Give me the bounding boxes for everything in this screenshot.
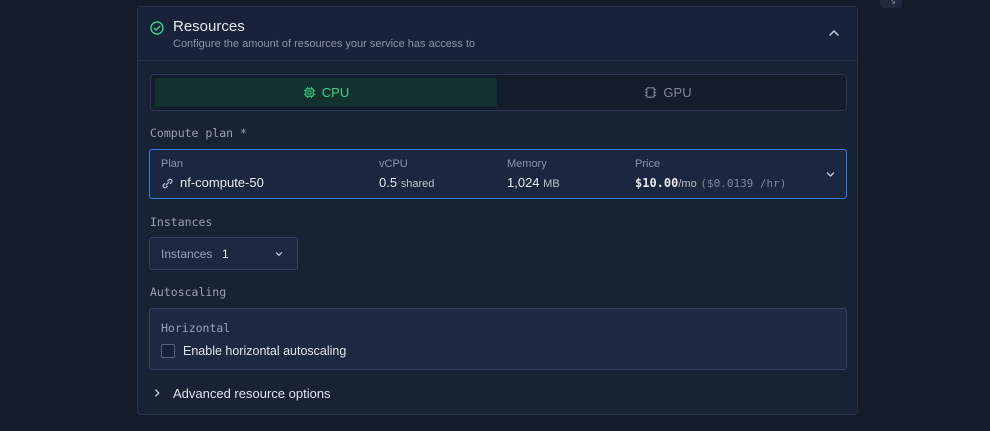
resources-panel: Resources Configure the amount of resour… <box>137 6 858 415</box>
vcpu-value-group: 0.5 shared <box>379 175 434 190</box>
vcpu-unit: shared <box>400 178 435 190</box>
chevron-up-icon[interactable] <box>827 26 841 40</box>
horizontal-title: Horizontal <box>161 321 231 335</box>
collapse-arrows-icon[interactable]: ⤡ <box>880 0 902 8</box>
instances-select-label: Instances <box>161 247 213 261</box>
instances-select[interactable]: Instances 1 <box>149 237 298 270</box>
price-hourly: ($0.0139 /hr) <box>700 177 787 190</box>
section-title: Resources <box>173 18 245 35</box>
instances-select-value: 1 <box>222 247 229 261</box>
price-value-group: $10.00/mo ($0.0139 /hr) <box>635 175 786 190</box>
chevron-down-icon <box>826 172 835 177</box>
price-unit: /mo <box>678 178 697 190</box>
compute-type-tabs: CPU GPU <box>150 74 847 111</box>
horizontal-autoscaling-box: Horizontal Enable horizontal autoscaling <box>149 308 847 370</box>
resources-header[interactable]: Resources Configure the amount of resour… <box>138 7 857 61</box>
memory-value: 1,024 <box>507 175 540 190</box>
link-icon <box>162 178 173 189</box>
horizontal-autoscaling-checkbox[interactable] <box>161 344 175 358</box>
price-column-header: Price <box>635 158 661 170</box>
compute-plan-select[interactable]: Plan nf-compute-50 vCPU 0.5 shared Memor… <box>149 149 847 199</box>
tab-cpu[interactable]: CPU <box>155 78 497 107</box>
section-subtitle: Configure the amount of resources your s… <box>173 38 476 50</box>
vcpu-column-header: vCPU <box>379 158 408 170</box>
advanced-resource-options-toggle[interactable]: Advanced resource options <box>152 384 331 402</box>
memory-column-header: Memory <box>507 158 547 170</box>
memory-value-group: 1,024 MB <box>507 175 560 190</box>
tab-gpu-label: GPU <box>663 85 692 100</box>
tab-cpu-label: CPU <box>321 85 350 100</box>
price-value: $10.00 <box>635 176 679 190</box>
chevron-down-icon <box>275 252 283 256</box>
compute-plan-label: Compute plan * <box>150 126 247 140</box>
tab-gpu[interactable]: GPU <box>497 78 839 107</box>
plan-column-header: Plan <box>161 158 184 170</box>
plan-name: nf-compute-50 <box>180 175 264 190</box>
advanced-resource-options-label: Advanced resource options <box>173 385 331 401</box>
cpu-chip-icon <box>303 86 315 99</box>
memory-unit: MB <box>543 178 560 190</box>
check-circle-icon <box>150 21 164 35</box>
chevron-right-icon <box>155 389 160 397</box>
horizontal-autoscaling-checkbox-label[interactable]: Enable horizontal autoscaling <box>183 344 346 358</box>
instances-label: Instances <box>150 215 213 229</box>
gpu-chip-icon <box>645 87 657 98</box>
autoscaling-label: Autoscaling <box>150 285 227 299</box>
vcpu-value: 0.5 <box>379 175 398 190</box>
